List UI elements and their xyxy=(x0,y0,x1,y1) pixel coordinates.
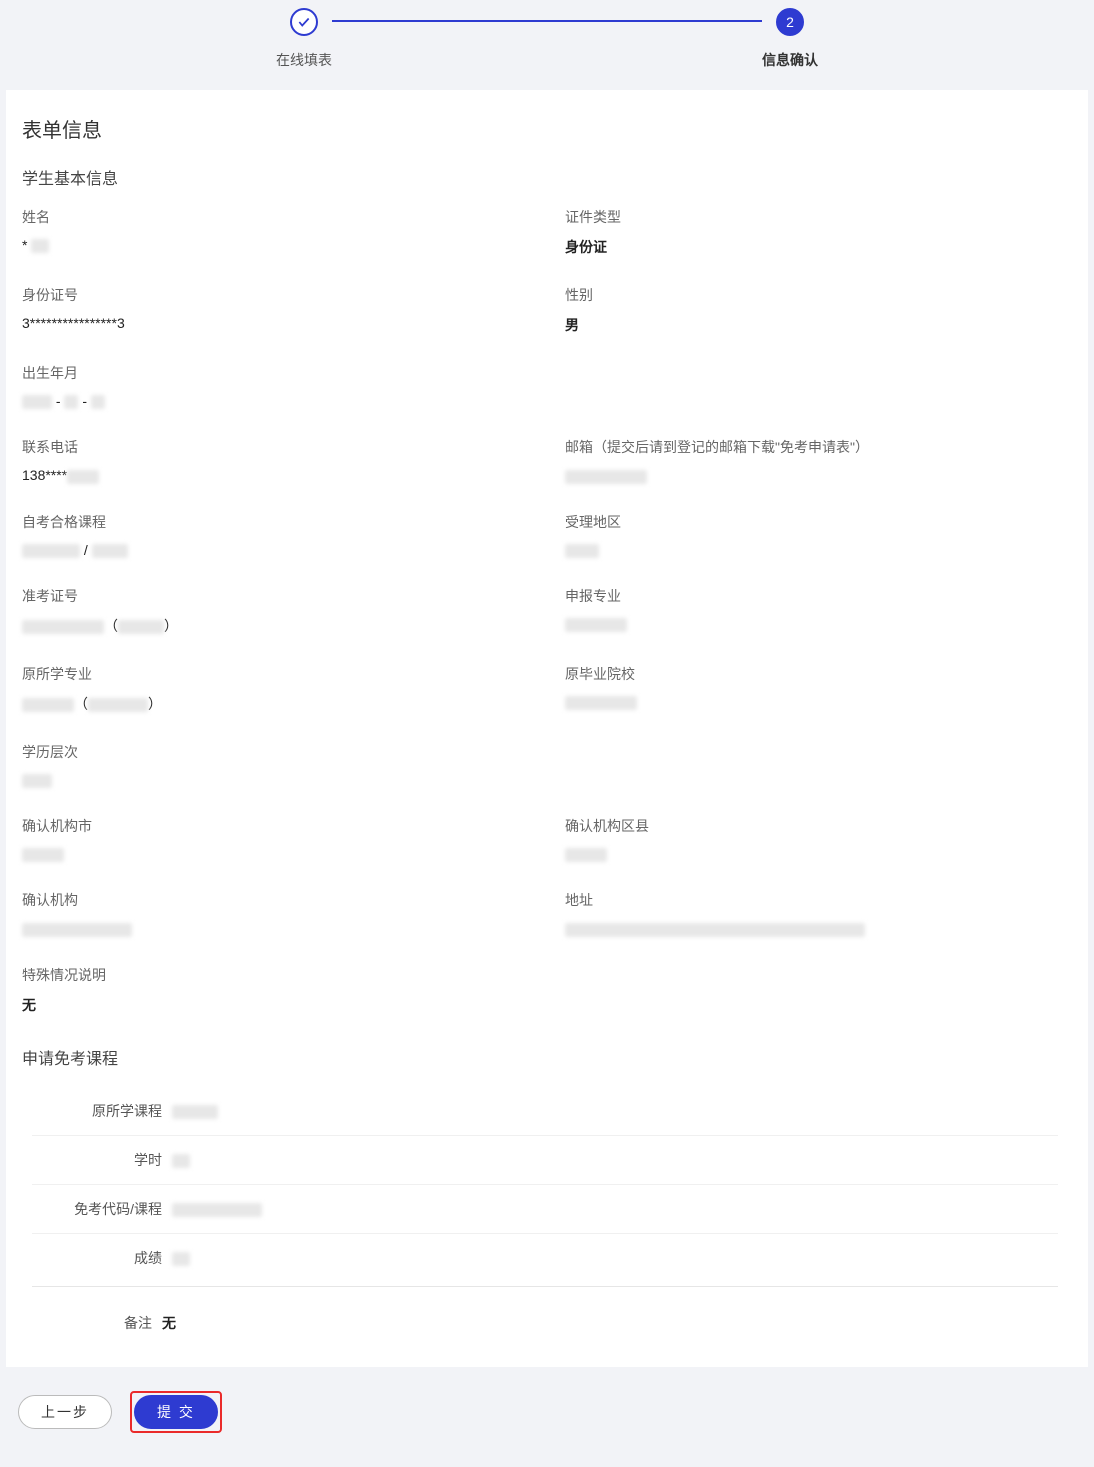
value-remark: 无 xyxy=(162,1313,176,1333)
row-hours: 学时 xyxy=(32,1136,1058,1185)
value-phone: 138**** xyxy=(22,467,525,483)
row-score: 成绩 xyxy=(32,1234,1058,1282)
field-exam-no: 准考证号 （） xyxy=(22,586,525,636)
field-confirm-county: 确认机构区县 xyxy=(565,816,1068,862)
section-exemption-title: 申请免考课程 xyxy=(22,1045,1068,1069)
value-id-type: 身份证 xyxy=(565,237,1068,257)
row-remark: 备注 无 xyxy=(22,1307,1068,1357)
field-address: 地址 xyxy=(565,890,1068,936)
label-apply-major: 申报专业 xyxy=(565,586,1068,606)
label-code-course: 免考代码/课程 xyxy=(32,1199,172,1219)
form-card: 表单信息 学生基本信息 姓名 * 证件类型 身份证 身份证号 3********… xyxy=(6,90,1088,1367)
step-1: 在线填表 xyxy=(276,8,332,70)
label-gender: 性别 xyxy=(565,285,1068,305)
submit-highlight: 提 交 xyxy=(130,1391,222,1433)
step-2-label: 信息确认 xyxy=(762,50,818,70)
field-special: 特殊情况说明 无 xyxy=(22,965,1068,1015)
section-exemption: 申请免考课程 原所学课程 学时 免考代码/课程 成绩 备注 无 xyxy=(22,1045,1068,1357)
field-orig-school: 原毕业院校 xyxy=(565,664,1068,714)
label-birth: 出生年月 xyxy=(22,363,1068,383)
value-score xyxy=(172,1250,190,1266)
value-address xyxy=(565,920,1068,936)
label-edu-level: 学历层次 xyxy=(22,742,1068,762)
fields-grid: 姓名 * 证件类型 身份证 身份证号 3****************3 性别… xyxy=(22,207,1068,1015)
footer-actions: 上一步 提 交 xyxy=(0,1367,1094,1467)
value-confirm-org xyxy=(22,920,525,936)
submit-button[interactable]: 提 交 xyxy=(134,1395,218,1429)
field-area: 受理地区 xyxy=(565,512,1068,558)
value-confirm-county xyxy=(565,846,1068,862)
label-confirm-org: 确认机构 xyxy=(22,890,525,910)
value-email xyxy=(565,467,1068,483)
value-name: * xyxy=(22,237,525,253)
field-orig-major: 原所学专业 （） xyxy=(22,664,525,714)
value-code-course xyxy=(172,1201,262,1217)
label-id-type: 证件类型 xyxy=(565,207,1068,227)
field-name: 姓名 * xyxy=(22,207,525,257)
course-rows: 原所学课程 学时 免考代码/课程 成绩 xyxy=(32,1087,1058,1287)
label-address: 地址 xyxy=(565,890,1068,910)
step-2-circle: 2 xyxy=(776,8,804,36)
label-orig-course: 原所学课程 xyxy=(32,1101,172,1121)
value-orig-major: （） xyxy=(22,694,525,714)
step-1-circle xyxy=(290,8,318,36)
label-remark: 备注 xyxy=(22,1313,162,1333)
label-confirm-county: 确认机构区县 xyxy=(565,816,1068,836)
value-id-number: 3****************3 xyxy=(22,315,525,331)
step-1-label: 在线填表 xyxy=(276,50,332,70)
label-email: 邮箱（提交后请到登记的邮箱下载"免考申请表"） xyxy=(565,437,1068,457)
label-score: 成绩 xyxy=(32,1248,172,1268)
label-name: 姓名 xyxy=(22,207,525,227)
stepper: 在线填表 2 信息确认 xyxy=(0,0,1094,90)
value-orig-school xyxy=(565,694,1068,710)
field-apply-major: 申报专业 xyxy=(565,586,1068,636)
label-exam-no: 准考证号 xyxy=(22,586,525,606)
step-2: 2 信息确认 xyxy=(762,8,818,70)
value-birth: - - xyxy=(22,393,1068,409)
row-code-course: 免考代码/课程 xyxy=(32,1185,1058,1234)
field-id-type: 证件类型 身份证 xyxy=(565,207,1068,257)
value-orig-course xyxy=(172,1103,218,1119)
field-phone: 联系电话 138**** xyxy=(22,437,525,483)
field-id-number: 身份证号 3****************3 xyxy=(22,285,525,335)
step-connector xyxy=(332,20,762,22)
label-area: 受理地区 xyxy=(565,512,1068,532)
page-title: 表单信息 xyxy=(22,114,1068,143)
field-pass-course: 自考合格课程 / xyxy=(22,512,525,558)
row-orig-course: 原所学课程 xyxy=(32,1087,1058,1136)
field-confirm-org: 确认机构 xyxy=(22,890,525,936)
value-apply-major xyxy=(565,616,1068,632)
field-email: 邮箱（提交后请到登记的邮箱下载"免考申请表"） xyxy=(565,437,1068,483)
field-edu-level: 学历层次 xyxy=(22,742,1068,788)
label-pass-course: 自考合格课程 xyxy=(22,512,525,532)
label-id-number: 身份证号 xyxy=(22,285,525,305)
label-orig-major: 原所学专业 xyxy=(22,664,525,684)
label-orig-school: 原毕业院校 xyxy=(565,664,1068,684)
value-edu-level xyxy=(22,772,1068,788)
value-area xyxy=(565,542,1068,558)
label-hours: 学时 xyxy=(32,1150,172,1170)
value-hours xyxy=(172,1152,190,1168)
check-icon xyxy=(297,15,311,29)
value-gender: 男 xyxy=(565,315,1068,335)
value-exam-no: （） xyxy=(22,616,525,636)
field-birth: 出生年月 - - xyxy=(22,363,1068,409)
label-special: 特殊情况说明 xyxy=(22,965,1068,985)
label-phone: 联系电话 xyxy=(22,437,525,457)
label-confirm-city: 确认机构市 xyxy=(22,816,525,836)
value-special: 无 xyxy=(22,995,1068,1015)
prev-button[interactable]: 上一步 xyxy=(18,1395,112,1429)
field-gender: 性别 男 xyxy=(565,285,1068,335)
value-pass-course: / xyxy=(22,542,525,558)
value-confirm-city xyxy=(22,846,525,862)
field-confirm-city: 确认机构市 xyxy=(22,816,525,862)
section-student-basic: 学生基本信息 xyxy=(22,165,1068,189)
